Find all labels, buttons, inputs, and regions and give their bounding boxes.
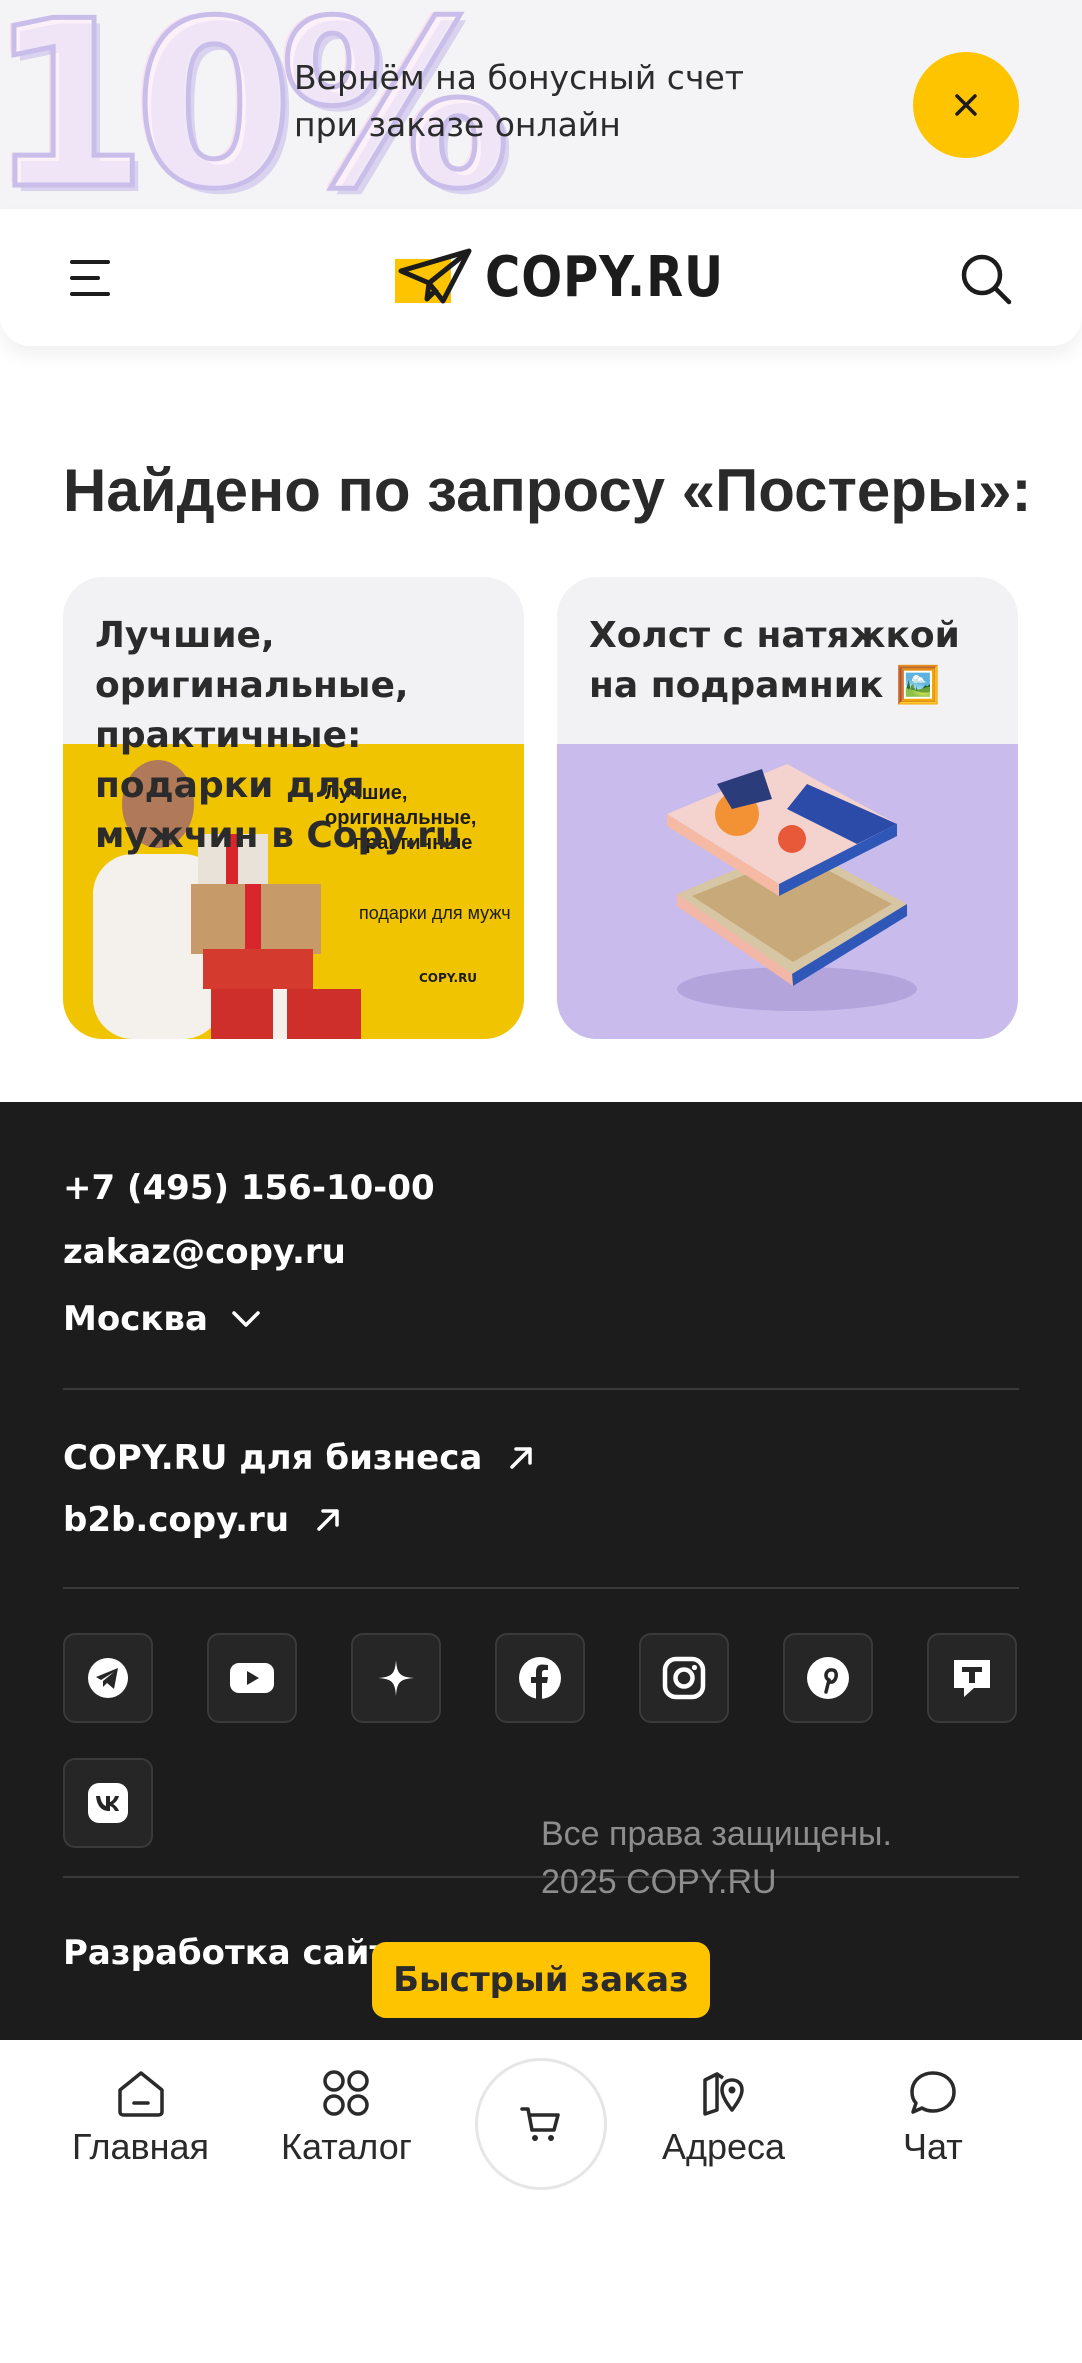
developer-link[interactable]: Разработка сайта: [63, 1933, 412, 1973]
nav-catalog[interactable]: Каталог: [281, 2068, 412, 2168]
social-instagram-button[interactable]: [639, 1633, 729, 1723]
chat-bubble-icon: [910, 2071, 956, 2114]
promo-banner[interactable]: 10% Вернём на бонусный счет при заказе о…: [0, 0, 1082, 210]
instagram-icon: [662, 1656, 706, 1700]
logo[interactable]: COPY.RU: [393, 239, 763, 315]
copyright-line1: Все права защищены.: [541, 1815, 892, 1853]
facebook-icon: [519, 1657, 561, 1699]
social-youtube-button[interactable]: [207, 1633, 297, 1723]
footer-phone-link[interactable]: +7 (495) 156-10-00: [63, 1168, 435, 1208]
nav-chat-label: Чат: [903, 2126, 963, 2167]
social-vk-button[interactable]: [63, 1758, 153, 1848]
image-logo: COPY.RU: [419, 971, 477, 985]
logo-text: COPY.RU: [485, 244, 724, 310]
youtube-icon: [230, 1663, 274, 1693]
nav-home-label: Главная: [72, 2126, 210, 2167]
social-tenchat-button[interactable]: [927, 1633, 1017, 1723]
social-dzen-button[interactable]: [351, 1633, 441, 1723]
result-card-gifts[interactable]: Лучшие, оригинальные, практичные подарки…: [63, 577, 524, 1039]
result-card-canvas[interactable]: Холст с натяжкой на подрамник 🖼️: [557, 577, 1018, 1039]
card-image-canvas: [557, 744, 1018, 1039]
results-title: Найдено по запросу «Постеры»:: [63, 457, 1032, 524]
promo-text-line2: при заказе онлайн: [294, 105, 621, 144]
menu-button[interactable]: [62, 249, 122, 307]
close-icon: [955, 94, 977, 116]
business-link[interactable]: COPY.RU для бизнеса: [63, 1438, 538, 1478]
b2b-link-label: b2b.copy.ru: [63, 1500, 290, 1540]
paper-plane-logo-icon: [395, 248, 472, 304]
menu-icon: [70, 260, 110, 296]
tenchat-icon: [954, 1660, 990, 1697]
b2b-link[interactable]: b2b.copy.ru: [63, 1500, 345, 1540]
city-label: Москва: [63, 1299, 208, 1339]
footer-divider: [63, 1388, 1019, 1390]
image-text-line4: подарки для мужч: [359, 903, 511, 923]
copyright: Все права защищены. 2025 COPY.RU: [541, 1810, 892, 1906]
nav-home[interactable]: Главная: [72, 2068, 209, 2168]
business-link-label: COPY.RU для бизнеса: [63, 1438, 483, 1478]
arrow-up-right-icon: [317, 1509, 339, 1531]
city-selector[interactable]: Москва: [63, 1299, 264, 1339]
bottom-navigation: Главная Каталог Адреса Чат: [0, 2040, 1082, 2363]
map-pin-icon: [702, 2072, 744, 2116]
social-pinterest-button[interactable]: [783, 1633, 873, 1723]
promo-text-line1: Вернём на бонусный счет: [294, 58, 744, 97]
nav-cart-button[interactable]: [475, 2058, 607, 2190]
telegram-icon: [88, 1658, 128, 1698]
nav-chat[interactable]: Чат: [903, 2068, 963, 2168]
chevron-down-icon: [232, 1311, 260, 1327]
grid-icon: [323, 2070, 370, 2116]
promo-text: Вернём на бонусный счет при заказе онлай…: [294, 54, 744, 148]
pinterest-icon: [807, 1657, 849, 1699]
quick-order-button[interactable]: Быстрый заказ: [372, 1942, 710, 2018]
social-facebook-button[interactable]: [495, 1633, 585, 1723]
search-button[interactable]: [954, 247, 1018, 311]
promo-close-button[interactable]: [913, 52, 1019, 158]
cart-icon: [520, 2107, 560, 2141]
nav-addresses[interactable]: Адреса: [662, 2068, 785, 2168]
home-icon: [117, 2071, 164, 2117]
nav-catalog-label: Каталог: [281, 2126, 412, 2167]
site-header: COPY.RU: [0, 209, 1082, 346]
card-title: Лучшие, оригинальные, практичные: подарк…: [95, 615, 461, 856]
footer-email-link[interactable]: zakaz@copy.ru: [63, 1232, 346, 1272]
arrow-up-right-icon: [510, 1447, 533, 1469]
search-icon: [961, 254, 1012, 305]
sparkle-icon: [378, 1660, 414, 1696]
social-telegram-button[interactable]: [63, 1633, 153, 1723]
copyright-line2: 2025 COPY.RU: [541, 1863, 777, 1901]
card-title: Холст с натяжкой на подрамник 🖼️: [589, 615, 960, 706]
vk-icon: [88, 1783, 128, 1823]
nav-addresses-label: Адреса: [662, 2126, 786, 2167]
footer-divider: [63, 1587, 1019, 1589]
